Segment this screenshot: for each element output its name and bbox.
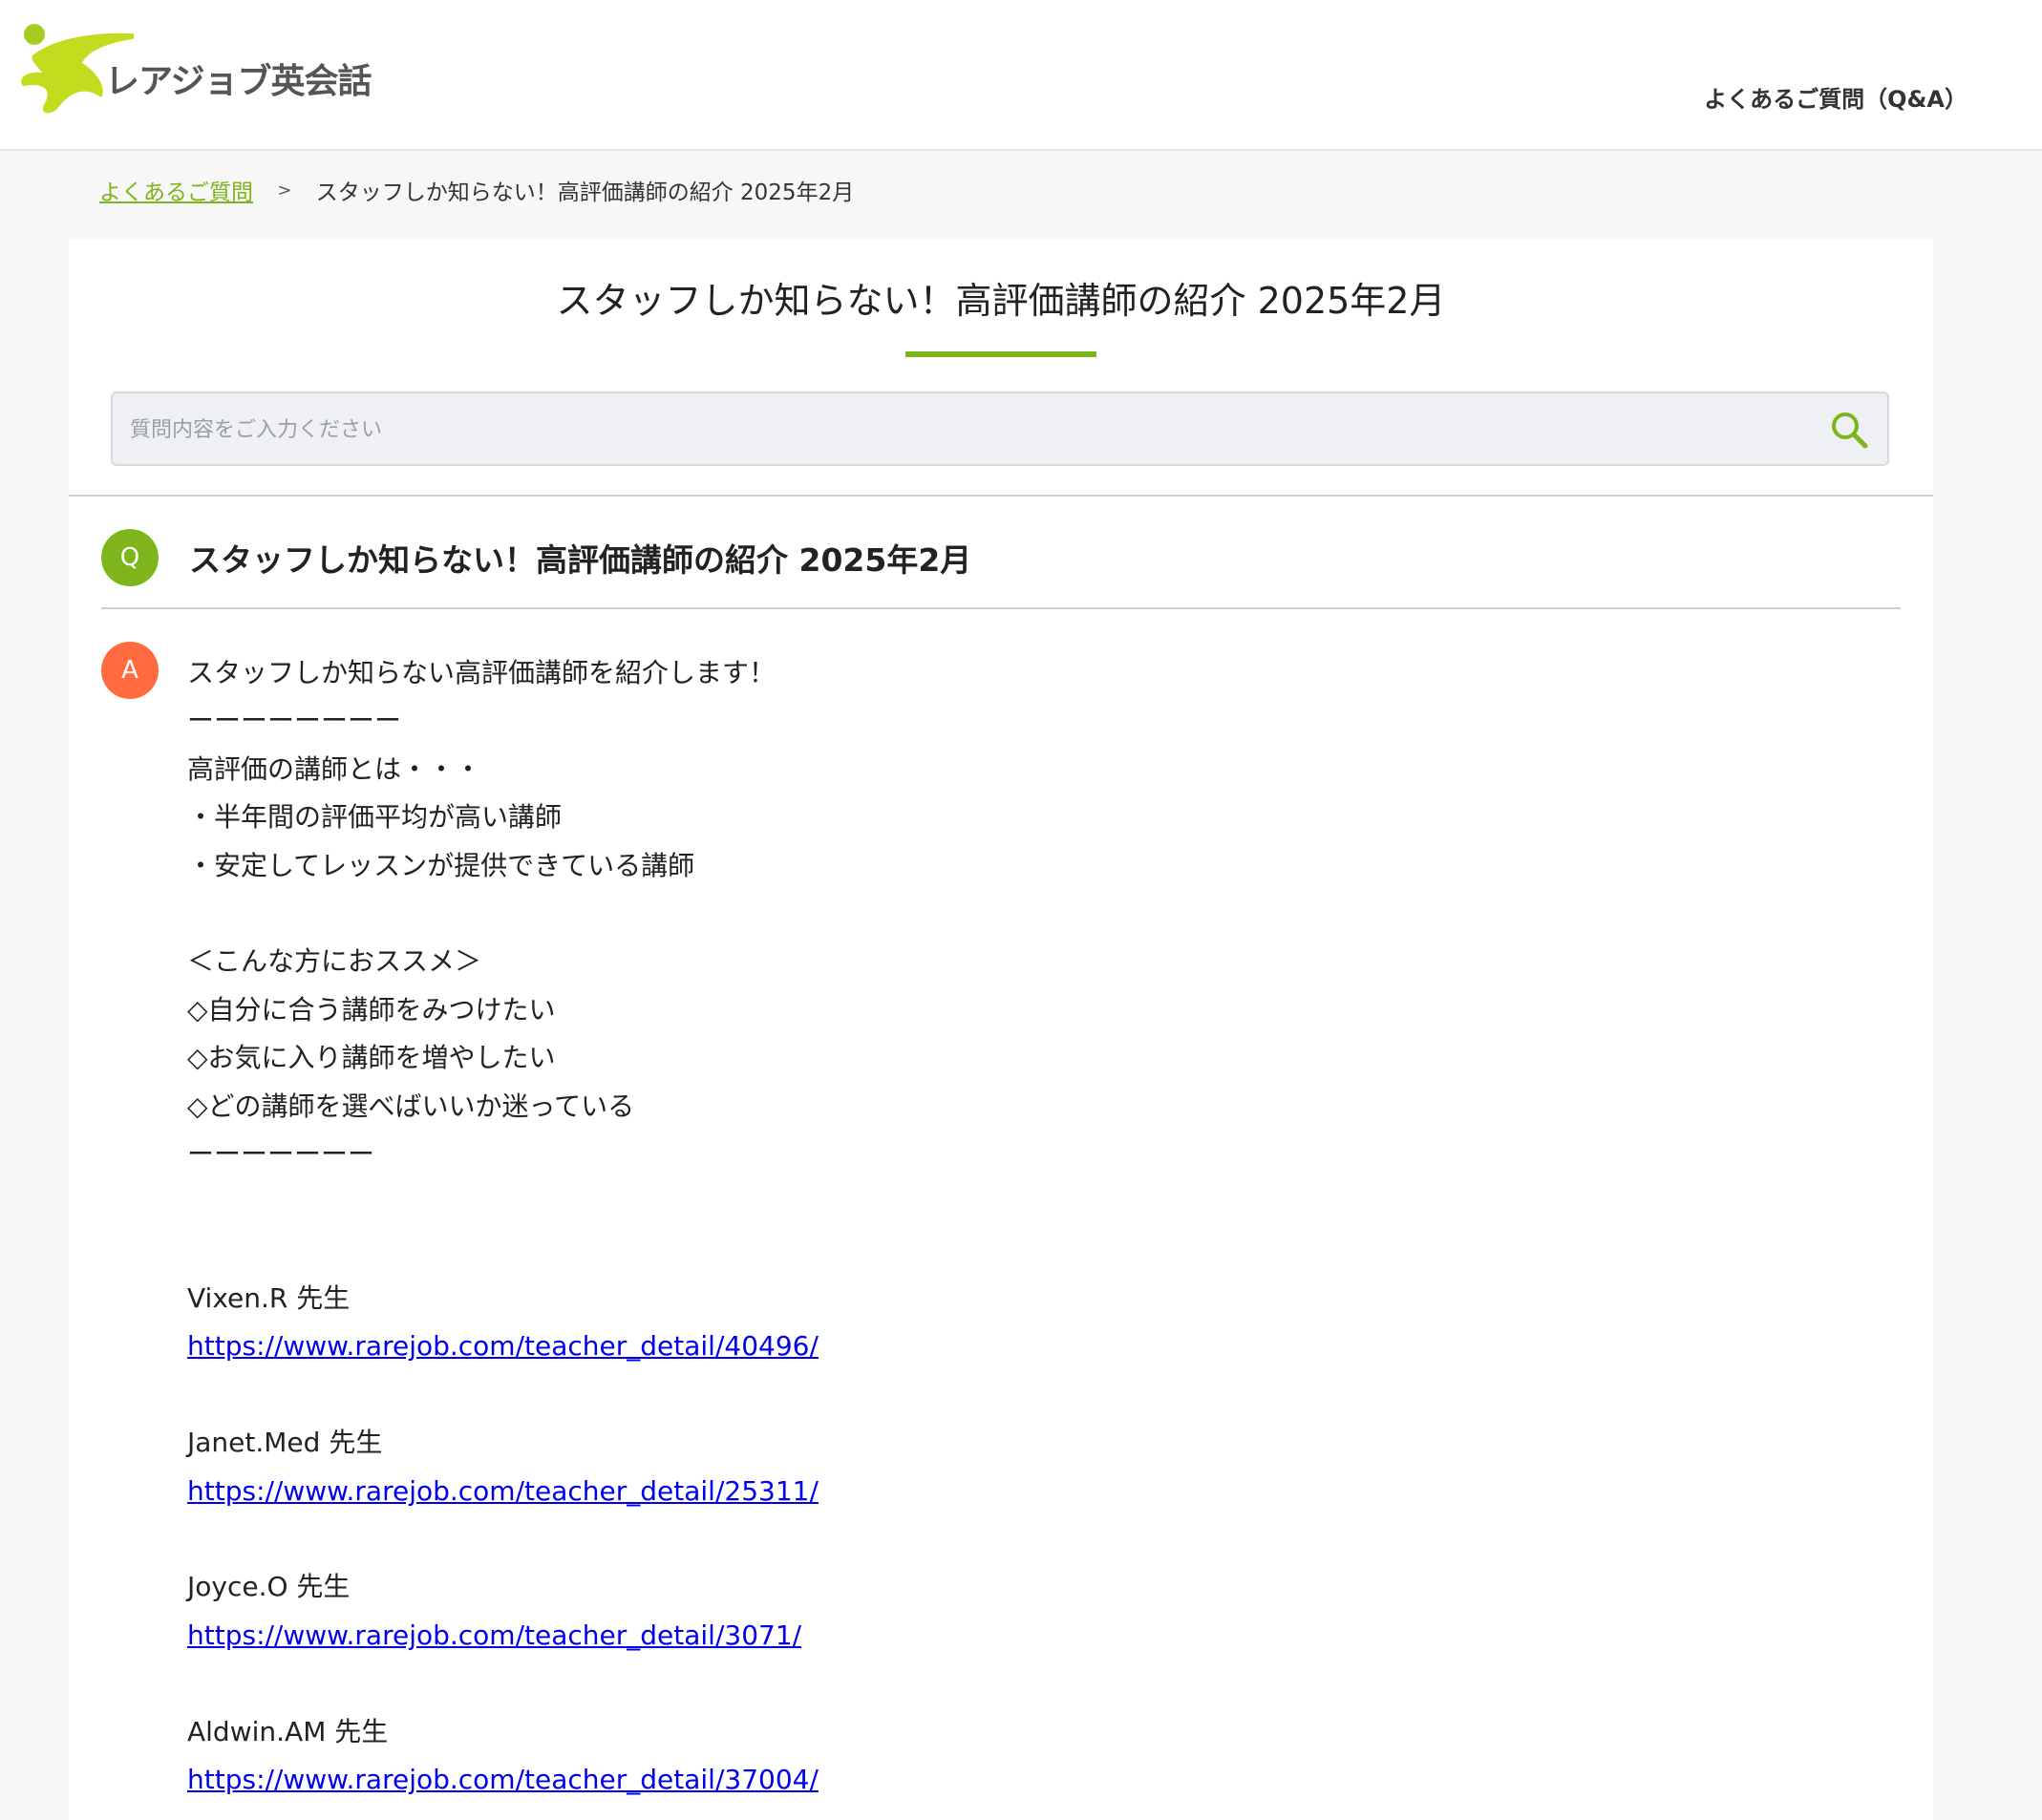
recommend-item: ◇お気に入り講師を増やしたい (187, 1042, 556, 1074)
definition-item: ・半年間の評価平均が高い講師 (187, 801, 563, 834)
teacher-name: Joyce.O 先生 (187, 1571, 351, 1603)
faq-card: スタッフしか知らない！高評価講師の紹介 2025年2月 Q スタッフしか知らない… (69, 239, 1933, 1820)
definition-heading: 高評価の講師とは・・・ (187, 752, 482, 785)
answer-rule: ーーーーーーーー (187, 705, 402, 737)
faq-nav-link[interactable]: よくあるご質問（Q&A） (1704, 80, 1968, 114)
page-title: スタッフしか知らない！高評価講師の紹介 2025年2月 (556, 280, 1446, 322)
search-input[interactable] (128, 407, 1794, 453)
rarejob-logo[interactable]: レアジョブ英会話 (19, 21, 372, 126)
breadcrumb-separator: > (277, 180, 292, 201)
teacher-link[interactable]: https://www.rarejob.com/teacher_detail/4… (187, 1330, 819, 1362)
search-box (111, 392, 1889, 466)
logo-text: レアジョブ英会話 (105, 62, 372, 101)
question-badge: Q (101, 529, 159, 586)
teacher-name: Janet.Med 先生 (187, 1427, 383, 1459)
title-underline (905, 351, 1096, 357)
site-header: レアジョブ英会話 よくあるご質問（Q&A） (0, 0, 2042, 151)
recommend-item: ◇自分に合う講師をみつけたい (187, 993, 556, 1026)
teacher-name: Vixen.R 先生 (187, 1282, 351, 1315)
question-title: スタッフしか知らない！高評価講師の紹介 2025年2月 (189, 541, 972, 579)
definition-item: ・安定してレッスンが提供できている講師 (187, 849, 695, 881)
teacher-link[interactable]: https://www.rarejob.com/teacher_detail/2… (187, 1475, 819, 1507)
breadcrumb: よくあるご質問 > スタッフしか知らない！高評価講師の紹介 2025年2月 (99, 174, 854, 206)
breadcrumb-current: スタッフしか知らない！高評価講師の紹介 2025年2月 (315, 180, 855, 205)
breadcrumb-home-link[interactable]: よくあるご質問 (99, 180, 253, 205)
answer-rule: ーーーーーーー (187, 1137, 375, 1170)
answer-body: スタッフしか知らない高評価講師を紹介します！ ーーーーーーーー 高評価の講師とは… (187, 649, 1887, 1804)
answer-intro: スタッフしか知らない高評価講師を紹介します！ (187, 657, 776, 688)
answer-badge: A (101, 642, 159, 699)
question-divider (101, 607, 1901, 609)
recommend-item: ◇どの講師を選べばいいか迷っている (187, 1090, 635, 1122)
search-icon[interactable] (1828, 409, 1870, 451)
teacher-link[interactable]: https://www.rarejob.com/teacher_detail/3… (187, 1619, 801, 1651)
recommend-heading: ＜こんな方におススメ＞ (187, 945, 482, 978)
section-divider (69, 495, 1933, 497)
teacher-name: Aldwin.AM 先生 (187, 1715, 389, 1747)
teacher-link[interactable]: https://www.rarejob.com/teacher_detail/3… (187, 1764, 819, 1795)
